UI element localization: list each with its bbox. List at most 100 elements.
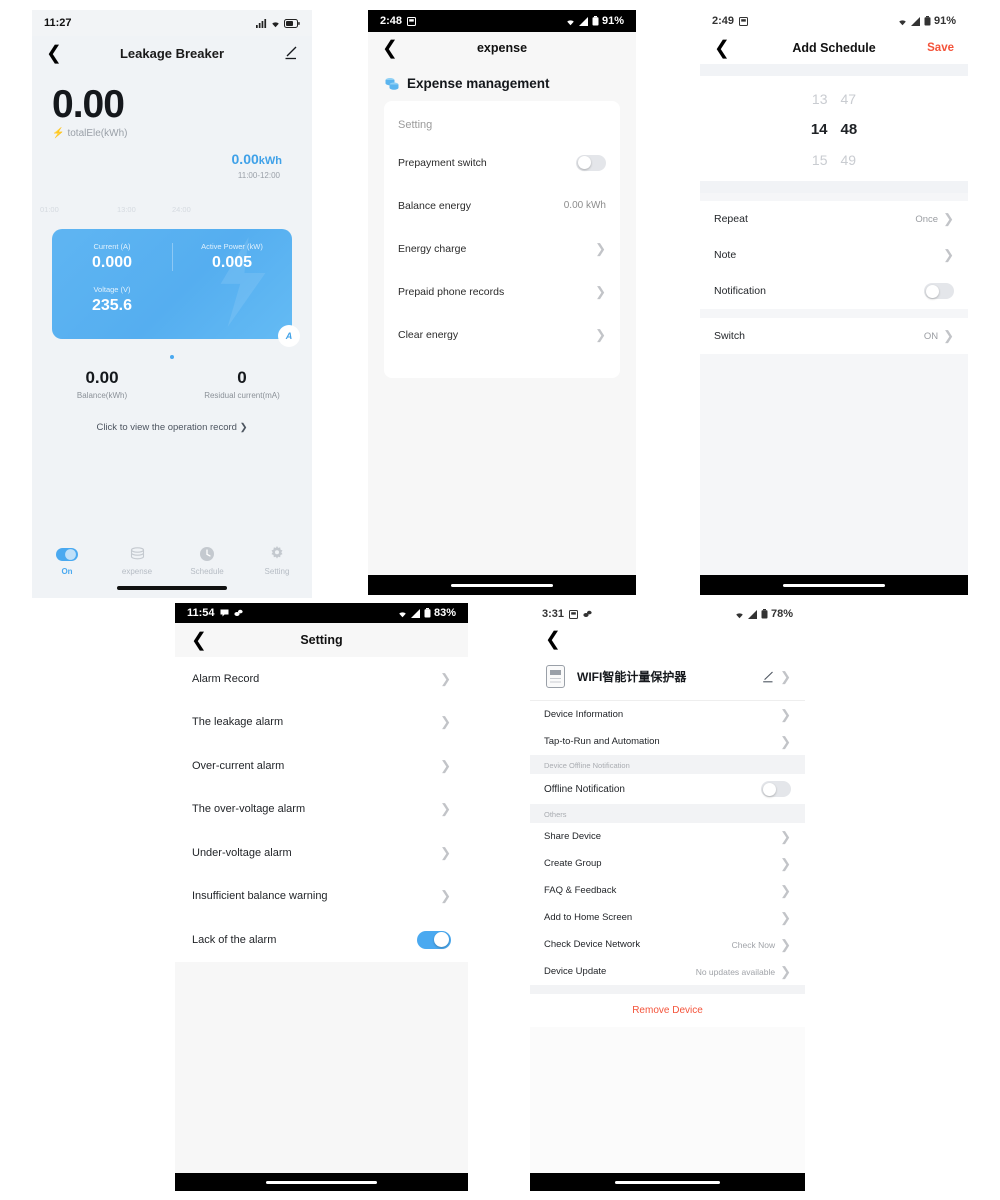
row-value: No updates available (695, 966, 776, 977)
row-label: Over-current alarm (192, 759, 285, 772)
summary-balance: 0.00 Balance(kWh) (32, 368, 172, 400)
navbar: ❮ expense (368, 32, 636, 64)
energy-chart[interactable]: 0.00kWh 11:00-12:00 01:00 13:00 24:00 (32, 151, 312, 223)
message-icon (220, 609, 229, 617)
row-alarm-record[interactable]: Alarm Record ❯ (192, 657, 451, 701)
battery-icon (424, 608, 431, 618)
row-balance-energy[interactable]: Balance energy 0.00 kWh (398, 184, 606, 227)
picker-minute-next: 49 (840, 152, 857, 168)
axis-tick-1: 13:00 (117, 205, 136, 215)
row-label: Prepayment switch (398, 156, 487, 169)
row-label: Under-voltage alarm (192, 846, 292, 859)
chart-axis: 01:00 13:00 24:00 (32, 205, 312, 215)
tab-on[interactable]: On (32, 543, 102, 576)
row-insufficient-balance-warning[interactable]: Insufficient balance warning ❯ (192, 875, 451, 919)
row-note[interactable]: Note ❯ (714, 237, 954, 273)
tab-expense[interactable]: expense (102, 543, 172, 576)
remove-device-button[interactable]: Remove Device (530, 994, 805, 1027)
back-icon[interactable]: ❮ (382, 39, 398, 58)
back-icon[interactable]: ❮ (46, 44, 62, 63)
summary-residual: 0 Residual current(mA) (172, 368, 312, 400)
offline-notification-toggle[interactable] (761, 781, 791, 797)
row-label: Tap-to-Run and Automation (544, 736, 660, 747)
notification-icon (739, 16, 749, 26)
back-icon[interactable]: ❮ (191, 631, 207, 650)
balance-value: 0.00 (85, 368, 119, 388)
row-prepayment-switch[interactable]: Prepayment switch (398, 141, 606, 184)
row-add-to-home-screen[interactable]: Add to Home Screen ❯ (544, 904, 791, 931)
gesture-bar (700, 575, 968, 595)
row-over-voltage-alarm[interactable]: The over-voltage alarm ❯ (192, 788, 451, 832)
gear-icon (242, 543, 312, 565)
tab-setting[interactable]: Setting (242, 543, 312, 576)
status-time: 3:31 (542, 608, 565, 620)
row-energy-charge[interactable]: Energy charge ❯ (398, 227, 606, 270)
status-time: 2:48 (380, 15, 403, 27)
setting-list: Alarm Record ❯ The leakage alarm ❯ Over-… (175, 657, 468, 962)
row-check-device-network[interactable]: Check Device Network Check Now ❯ (544, 931, 791, 958)
tab-schedule[interactable]: Schedule (172, 543, 242, 576)
row-faq-feedback[interactable]: FAQ & Feedback ❯ (544, 877, 791, 904)
picker-row-prev[interactable]: 13 47 (700, 84, 968, 114)
chevron-right-icon: ❯ (943, 247, 954, 262)
back-icon[interactable]: ❮ (714, 39, 730, 58)
row-prepaid-phone-records[interactable]: Prepaid phone records ❯ (398, 270, 606, 313)
battery-percent: 91% (933, 15, 956, 27)
metric-power-value: 0.005 (211, 254, 253, 272)
back-icon[interactable]: ❮ (545, 630, 561, 649)
axis-tick-2: 24:00 (172, 205, 191, 215)
row-label: Check Device Network (544, 939, 641, 950)
expense-header: Expense management (368, 64, 636, 101)
row-value-wrap: ON ❯ (924, 328, 954, 344)
phone-setting: 11:54 83% ❮ Setting Alarm Record ❯ The l… (175, 603, 468, 1191)
row-leakage-alarm[interactable]: The leakage alarm ❯ (192, 701, 451, 745)
row-device-update[interactable]: Device Update No updates available ❯ (544, 958, 791, 985)
device-header[interactable]: WIFI智能计量保护器 ❯ (530, 653, 805, 701)
row-label: Energy charge (398, 242, 467, 255)
row-label: Create Group (544, 858, 602, 869)
lack-alarm-toggle[interactable] (417, 930, 451, 949)
prepayment-toggle[interactable] (576, 154, 606, 171)
chevron-right-icon: ❯ (595, 326, 606, 342)
offline-section: Offline Notification (530, 774, 805, 804)
device-edit[interactable]: ❯ (762, 669, 791, 685)
row-label: Prepaid phone records (398, 285, 505, 298)
edit-pencil-icon[interactable] (284, 46, 298, 60)
edit-pencil-icon[interactable] (762, 671, 774, 683)
row-switch[interactable]: Switch ON ❯ (714, 318, 954, 354)
row-label: Insufficient balance warning (192, 890, 328, 903)
row-tap-to-run[interactable]: Tap-to-Run and Automation ❯ (544, 728, 791, 755)
ampere-badge: A (278, 325, 300, 348)
operation-record-link[interactable]: Click to view the operation record ❯ (32, 422, 312, 433)
row-lack-of-the-alarm[interactable]: Lack of the alarm (192, 918, 451, 962)
row-clear-energy[interactable]: Clear energy ❯ (398, 313, 606, 356)
battery-icon (284, 18, 300, 28)
device-name: WIFI智能计量保护器 (577, 670, 687, 684)
row-notification[interactable]: Notification (714, 273, 954, 309)
metric-voltage: Voltage (V) 235.6 (52, 285, 172, 315)
total-energy-block: 0.00 ⚡ totalEle(kWh) (32, 70, 312, 139)
row-create-group[interactable]: Create Group ❯ (544, 850, 791, 877)
total-energy-value: 0.00 (52, 83, 125, 126)
picker-row-next[interactable]: 15 49 (700, 145, 968, 175)
gesture-bar (530, 1173, 805, 1191)
row-over-current-alarm[interactable]: Over-current alarm ❯ (192, 744, 451, 788)
row-share-device[interactable]: Share Device ❯ (544, 823, 791, 850)
chevron-right-icon: ❯ (440, 714, 451, 730)
tab-setting-label: Setting (264, 567, 290, 576)
picker-row-selected[interactable]: 14 48 (700, 114, 968, 145)
save-button[interactable]: Save (927, 42, 954, 54)
chevron-right-icon: ❯ (780, 909, 791, 925)
row-device-information[interactable]: Device Information ❯ (544, 701, 791, 728)
phone-expense: 2:48 91% ❮ expense Expense management Se… (368, 10, 636, 595)
notification-toggle[interactable] (924, 283, 954, 299)
time-picker[interactable]: 13 47 14 48 15 49 (700, 76, 968, 181)
live-metrics-card[interactable]: Current (A) 0.000 Active Power (kW) 0.00… (52, 229, 300, 348)
row-repeat[interactable]: Repeat Once ❯ (714, 201, 954, 237)
row-under-voltage-alarm[interactable]: Under-voltage alarm ❯ (192, 831, 451, 875)
row-value-wrap: Once ❯ (915, 211, 954, 227)
row-label: The over-voltage alarm (192, 803, 306, 816)
row-offline-notification[interactable]: Offline Notification (544, 774, 791, 804)
metric-current: Current (A) 0.000 (52, 242, 172, 272)
row-value: 0.00 kWh (563, 200, 606, 211)
